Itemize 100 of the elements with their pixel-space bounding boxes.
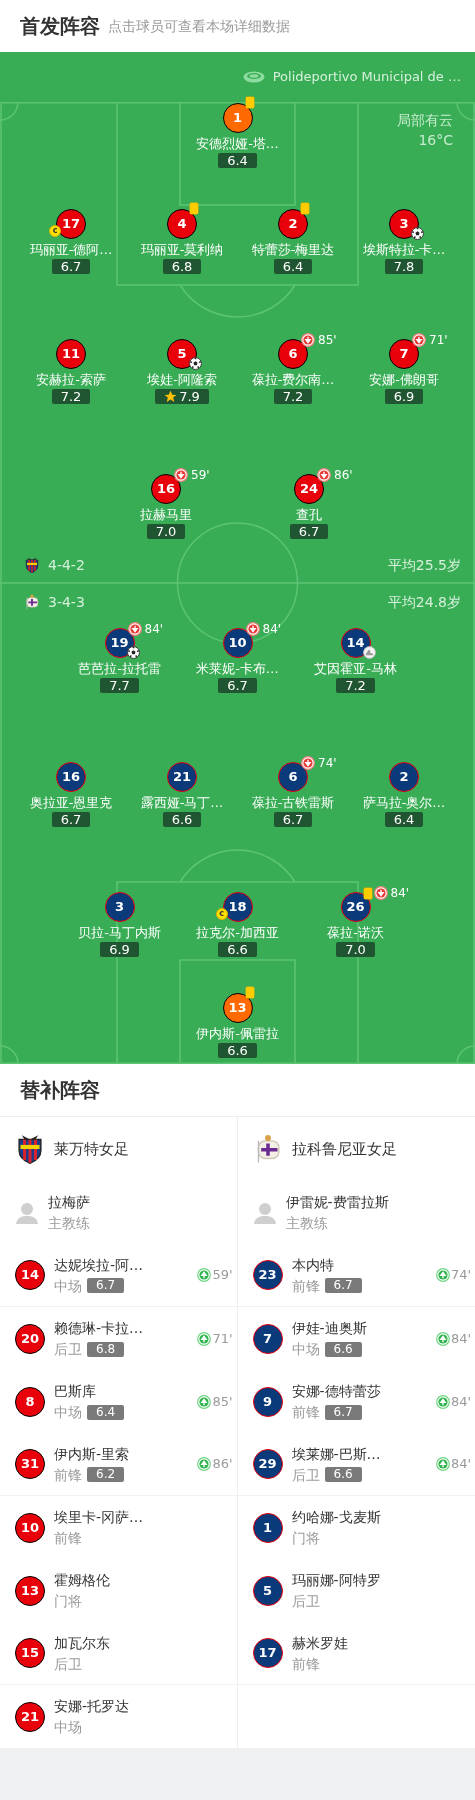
player-position: 门将 [54,1592,82,1610]
player-position: 中场 [54,1403,82,1421]
player-number[interactable]: 26 [340,892,371,922]
player-position: 中场 [54,1718,82,1736]
player-name: 安赫拉-索萨 [36,372,106,388]
player-number[interactable]: 6 [278,339,308,369]
player-number[interactable]: 10 [222,628,253,658]
substitution-out-icon [127,622,142,636]
player-number[interactable]: 17 [252,1638,283,1668]
player-name: 伊内斯-佩雷拉 [196,1026,279,1042]
player-name: 葆拉-古铁雷斯 [251,795,335,811]
player-number[interactable]: 9 [252,1386,283,1417]
player-number[interactable]: 15 [15,1638,45,1668]
player-number[interactable]: 2 [389,762,419,792]
coach-name: 拉梅萨 [48,1193,90,1211]
player-number[interactable]: 24 [294,474,324,504]
rating-badge: 6.7 [289,524,329,539]
player-name: 安娜-德特蕾莎 [291,1382,381,1400]
player-number[interactable]: 10 [15,1512,45,1543]
player-number[interactable]: 5 [252,1575,283,1606]
venue-name: Polideportivo Municipal de … [272,68,461,87]
player-name: 查孔 [296,507,322,523]
player-number[interactable]: 20 [15,1323,45,1354]
rating-badge: 6.9 [384,389,424,404]
rating-badge: 6.2 [87,1467,125,1482]
player-number[interactable]: 7 [389,339,419,369]
player-name: 约哈娜-戈麦斯 [291,1508,381,1526]
player-number[interactable]: 3 [389,209,419,239]
player-number[interactable]: 16 [151,474,181,504]
player-name: 安德烈娅-塔… [196,136,279,152]
stadium-icon [242,71,265,83]
boot-icon [362,646,376,659]
player-name: 安娜-佛朗哥 [369,372,439,388]
rating-badge: 6.7 [273,812,313,827]
player-number[interactable]: 21 [167,762,197,792]
player-number[interactable]: 7 [252,1323,283,1354]
substitution-out-icon [301,756,315,770]
substitution-out-icon [373,886,388,900]
player-number[interactable]: 1 [252,1512,283,1543]
player-number[interactable]: 23 [252,1260,283,1290]
player-number[interactable]: 8 [15,1386,45,1417]
player-position: 后卫 [54,1654,82,1673]
player-number[interactable]: 2 [278,209,308,239]
player-name: 本内特 [291,1255,335,1274]
shield-icon [24,557,40,573]
rating-badge: 6.9 [100,942,139,957]
player-number[interactable]: 3 [104,892,135,922]
average-age: 平均25.5岁 [387,555,461,575]
coach-role: 主教练 [285,1214,329,1232]
section-subtitle: 点击球员可查看本场详细数据 [108,16,290,36]
card-icon [363,887,372,899]
substitution-in-icon [197,1457,212,1471]
ball-icon [126,646,140,659]
coach-role: 主教练 [48,1214,90,1232]
player-number[interactable]: 4 [167,209,197,239]
player-number[interactable]: 11 [56,339,86,369]
player-name: 露西娅-马丁… [140,795,224,811]
player-name: 达妮埃拉-阿… [54,1255,144,1274]
rating-badge: 6.6 [324,1467,362,1482]
player-number[interactable]: 14 [340,628,371,658]
player-position: 门将 [291,1529,320,1547]
player-name: 赖德琳-卡拉… [54,1319,144,1337]
player-number[interactable]: 13 [15,1575,45,1606]
player-position: 后卫 [291,1592,320,1610]
ball-icon [189,357,202,370]
player-number[interactable]: 13 [222,993,253,1023]
player-number[interactable]: 17 [56,209,86,239]
rating-badge: 6.6 [162,812,202,827]
card-icon [301,203,309,214]
player-position: 后卫 [291,1465,320,1484]
player-name: 拉克尔-加西亚 [196,925,279,941]
player-name: 葆拉-诺沃 [327,925,384,941]
player-number[interactable]: 31 [15,1449,45,1479]
substitution-minute: 71' [212,1329,233,1348]
rating-badge: 6.7 [51,812,91,827]
player-position: 前锋 [291,1403,320,1421]
section-title: 替补阵容 [20,1077,100,1104]
substitution-minute: 84' [262,622,282,636]
player-number[interactable]: 6 [278,762,308,792]
temperature: 16°C [418,131,453,150]
player-name: 拉赫马里 [140,507,192,523]
player-number[interactable]: 14 [15,1260,45,1290]
player-name: 玛丽娜-阿特罗 [291,1571,381,1589]
player-number[interactable]: 21 [15,1701,45,1732]
player-number[interactable]: 29 [252,1449,283,1479]
player-position: 中场 [54,1276,82,1295]
substitution-minute: 86' [212,1455,233,1474]
player-name: 芭芭拉-拉托雷 [78,661,161,677]
substitution-minute: 74' [450,1266,471,1285]
player-number[interactable]: 16 [56,762,86,792]
rating-badge: 6.8 [162,259,202,274]
rating-badge: 7.0 [336,942,375,957]
rating-badge: 6.6 [324,1341,362,1357]
player-position: 前锋 [291,1276,320,1295]
player-name: 埃娃-阿隆索 [147,372,217,388]
player-name: 玛丽亚-德阿… [29,242,113,258]
player-number[interactable]: 5 [167,339,197,369]
formation-label: 4-4-2 [48,555,85,575]
rating-badge: 6.7 [324,1278,362,1293]
player-number[interactable]: 1 [222,103,253,133]
